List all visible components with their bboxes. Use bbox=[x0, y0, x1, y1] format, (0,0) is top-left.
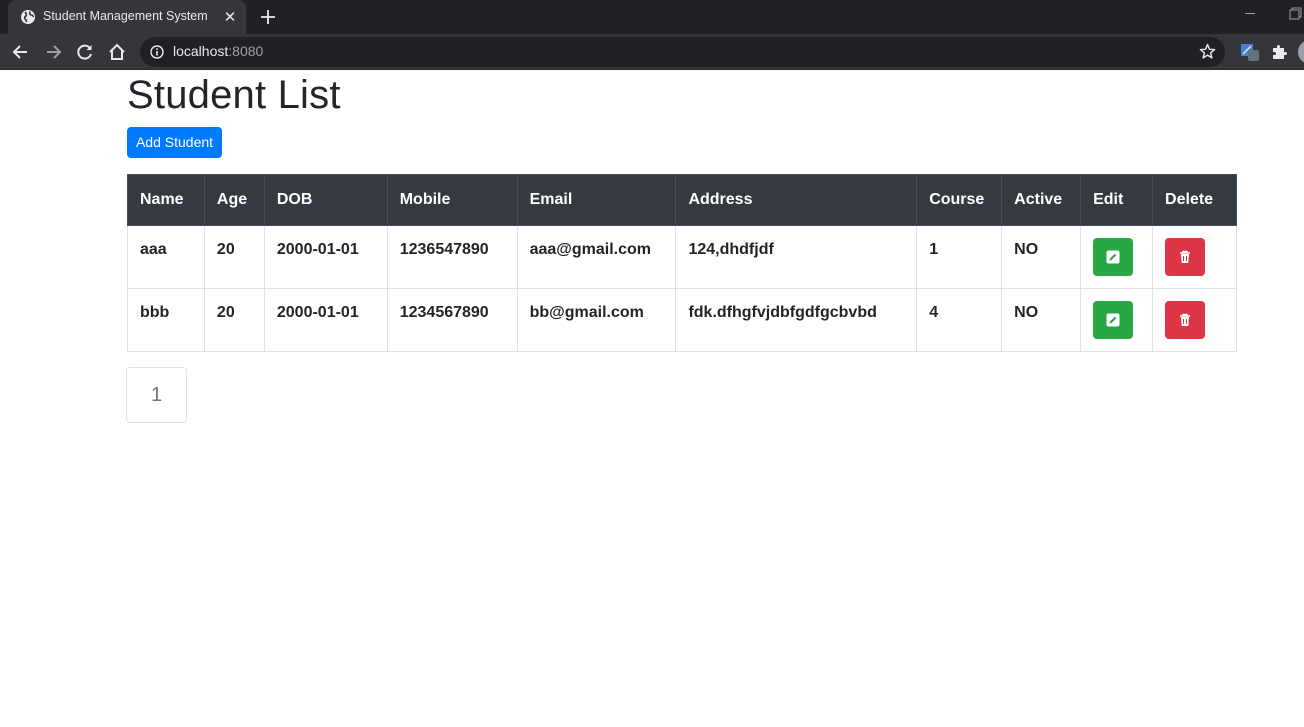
cell-delete bbox=[1152, 288, 1237, 352]
new-tab-icon[interactable] bbox=[258, 7, 278, 27]
cell-address: fdk.dfhgfvjdbfgdfgcbvbd bbox=[675, 288, 918, 352]
restore-icon[interactable] bbox=[1289, 7, 1304, 21]
reload-icon[interactable] bbox=[75, 42, 95, 62]
table-row: bbb 20 2000-01-01 1234567890 bb@gmail.co… bbox=[127, 288, 1237, 352]
column-header: Edit bbox=[1080, 174, 1154, 226]
cell-name: bbb bbox=[127, 288, 205, 352]
browser-tab[interactable]: Student Management System ✕ bbox=[8, 0, 246, 34]
column-header: Name bbox=[127, 174, 205, 226]
column-header: DOB bbox=[263, 174, 388, 226]
column-header: Email bbox=[516, 174, 677, 226]
cell-address: 124,dhdfjdf bbox=[675, 225, 918, 289]
cell-edit bbox=[1080, 225, 1154, 289]
close-tab-icon[interactable]: ✕ bbox=[222, 9, 238, 25]
delete-button[interactable] bbox=[1165, 301, 1206, 339]
pagination: 1 bbox=[126, 367, 187, 423]
browser-tab-bar: Student Management System ✕ bbox=[0, 0, 1304, 34]
extension-icon[interactable] bbox=[1240, 42, 1260, 62]
page-content: Student List Add Student Name Age DOB Mo… bbox=[0, 71, 1304, 727]
url-host: localhost bbox=[173, 43, 229, 59]
cell-email: bb@gmail.com bbox=[516, 288, 677, 352]
cell-age: 20 bbox=[203, 225, 265, 289]
globe-icon bbox=[21, 10, 35, 24]
forward-arrow-icon[interactable] bbox=[43, 42, 63, 62]
puzzle-icon[interactable] bbox=[1270, 43, 1288, 61]
cell-course: 1 bbox=[916, 225, 1003, 289]
browser-toolbar: localhost:8080 bbox=[0, 34, 1304, 70]
cell-active: NO bbox=[1001, 288, 1082, 352]
table-row: aaa 20 2000-01-01 1236547890 aaa@gmail.c… bbox=[127, 225, 1237, 289]
page-link-1[interactable]: 1 bbox=[127, 368, 186, 422]
tab-title: Student Management System bbox=[43, 9, 208, 23]
cell-age: 20 bbox=[203, 288, 265, 352]
column-header: Mobile bbox=[386, 174, 518, 226]
url-text[interactable]: localhost:8080 bbox=[173, 43, 263, 59]
cell-delete bbox=[1152, 225, 1237, 289]
profile-avatar[interactable] bbox=[1298, 40, 1304, 64]
minimize-icon[interactable] bbox=[1243, 6, 1257, 20]
pencil-icon bbox=[1106, 250, 1120, 264]
cell-mobile: 1236547890 bbox=[386, 225, 518, 289]
cell-dob: 2000-01-01 bbox=[263, 225, 388, 289]
cell-active: NO bbox=[1001, 225, 1082, 289]
add-student-button[interactable]: Add Student bbox=[127, 127, 222, 158]
column-header: Course bbox=[916, 174, 1003, 226]
column-header: Age bbox=[203, 174, 265, 226]
edit-button[interactable] bbox=[1093, 301, 1134, 339]
address-bar[interactable]: localhost:8080 bbox=[140, 37, 1225, 67]
home-icon[interactable] bbox=[107, 42, 127, 62]
cell-dob: 2000-01-01 bbox=[263, 288, 388, 352]
cell-name: aaa bbox=[127, 225, 205, 289]
table-header-row: Name Age DOB Mobile Email Address Course… bbox=[127, 174, 1237, 226]
students-table: Name Age DOB Mobile Email Address Course… bbox=[127, 174, 1237, 352]
pencil-icon bbox=[1106, 313, 1120, 327]
cell-edit bbox=[1080, 288, 1154, 352]
cell-mobile: 1234567890 bbox=[386, 288, 518, 352]
trash-icon bbox=[1180, 313, 1191, 326]
back-arrow-icon[interactable] bbox=[11, 42, 31, 62]
edit-button[interactable] bbox=[1093, 238, 1134, 276]
cell-course: 4 bbox=[916, 288, 1003, 352]
column-header: Active bbox=[1001, 174, 1082, 226]
url-port: :8080 bbox=[228, 43, 264, 59]
cell-email: aaa@gmail.com bbox=[516, 225, 677, 289]
bookmark-star-icon[interactable] bbox=[1199, 43, 1216, 60]
column-header: Delete bbox=[1152, 174, 1237, 226]
info-icon[interactable] bbox=[150, 45, 164, 59]
column-header: Address bbox=[675, 174, 918, 226]
page-title: Student List bbox=[127, 73, 341, 117]
delete-button[interactable] bbox=[1165, 238, 1206, 276]
trash-icon bbox=[1180, 250, 1191, 263]
